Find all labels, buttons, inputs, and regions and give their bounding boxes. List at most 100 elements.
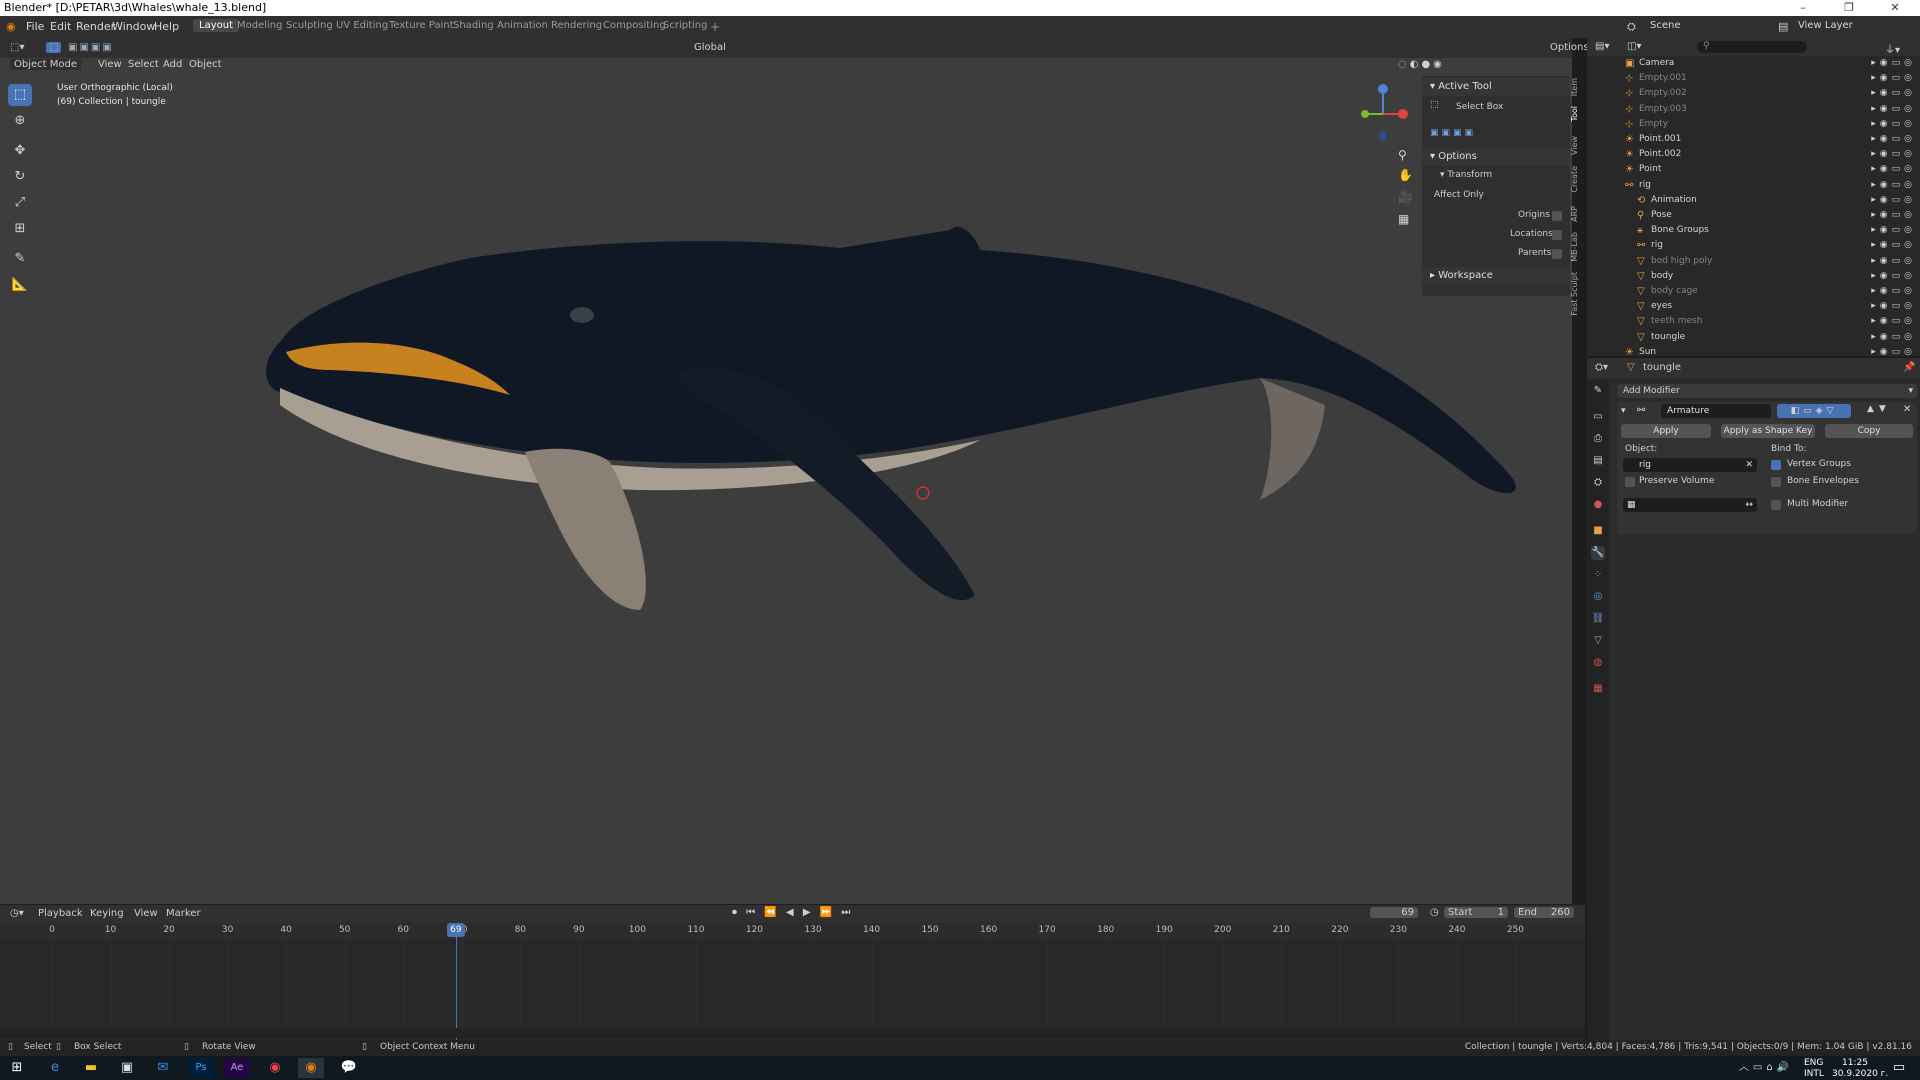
outliner-row[interactable]: ⟲ Animation ▸◉▭◎ (1587, 193, 1920, 208)
workspace-tab-shading[interactable]: Shading (453, 20, 494, 31)
visibility-toggles-icon[interactable]: ▸◉▭◎ (1871, 178, 1916, 193)
notifications-icon[interactable]: ▭ (1886, 1058, 1912, 1078)
object-mode-dropdown[interactable]: Object Mode (10, 59, 81, 70)
workspace-tab-layout[interactable]: Layout (193, 19, 239, 32)
options-dropdown[interactable]: Options (1550, 42, 1589, 53)
tab-mb-lab[interactable]: MB-Lab (1570, 232, 1584, 262)
data-tab-icon[interactable]: ▽ (1591, 634, 1605, 648)
output-tab-icon[interactable]: ⎙ (1591, 432, 1605, 446)
cursor-tool-icon[interactable]: ⊕ (8, 110, 32, 132)
outliner-row[interactable]: ⚹ Bone Groups ▸◉▭◎ (1587, 223, 1920, 238)
invert-icon[interactable]: ↔ (1745, 498, 1753, 512)
visibility-toggles-icon[interactable]: ▸◉▭◎ (1871, 147, 1916, 162)
blender-logo-icon[interactable]: ◉ (6, 20, 16, 33)
outliner-row[interactable]: ▽ body ▸◉▭◎ (1587, 269, 1920, 284)
tab-tool[interactable]: Tool (1570, 106, 1584, 122)
clock-time[interactable]: 11:25 (1842, 1058, 1868, 1068)
timeline-scrollbar[interactable] (0, 1028, 1585, 1038)
material-tab-icon[interactable]: ◍ (1591, 656, 1605, 670)
outliner-row[interactable]: ⊹ Empty.001 ▸◉▭◎ (1587, 71, 1920, 86)
end-frame-field[interactable]: End 260 (1514, 907, 1574, 918)
physics-tab-icon[interactable]: ◎ (1591, 590, 1605, 604)
visibility-toggles-icon[interactable]: ▸◉▭◎ (1871, 208, 1916, 223)
outliner-row[interactable]: ▽ eyes ▸◉▭◎ (1587, 299, 1920, 314)
navigation-gizmo[interactable] (1355, 80, 1415, 150)
menu-edit[interactable]: Edit (50, 20, 71, 33)
outliner-row[interactable]: ⊹ Empty.003 ▸◉▭◎ (1587, 102, 1920, 117)
tab-create[interactable]: Create (1570, 166, 1584, 193)
start-frame-field[interactable]: Start 1 (1444, 907, 1508, 918)
object-field[interactable]: rig ✕ (1623, 458, 1757, 472)
preserve-volume-checkbox[interactable] (1625, 477, 1635, 487)
transform-tool-icon[interactable]: ⊞ (8, 218, 32, 240)
store-icon[interactable]: ▣ (114, 1058, 140, 1078)
properties-editor-icon[interactable]: ⛭▾ (1595, 362, 1608, 373)
add-workspace-icon[interactable]: + (710, 20, 720, 34)
workspace-tab-uv-editing[interactable]: UV Editing (336, 20, 388, 31)
playback-controls-icon[interactable]: ⏺ ⏮ ⏪ ◀ ▶ ⏩ ⏭ (732, 907, 853, 918)
workspace-tab-scripting[interactable]: Scripting (663, 20, 707, 31)
outliner-row[interactable]: ▽ toungle ▸◉▭◎ (1587, 330, 1920, 345)
outliner-row[interactable]: ▽ teeth mesh ▸◉▭◎ (1587, 314, 1920, 329)
filter-icon[interactable]: ⏚▾ (1885, 41, 1900, 56)
visibility-toggles-icon[interactable]: ▸◉▭◎ (1871, 102, 1916, 117)
viewport-menu-add[interactable]: Add (163, 59, 182, 70)
visibility-toggles-icon[interactable]: ▸◉▭◎ (1871, 71, 1916, 86)
visibility-toggles-icon[interactable]: ▸◉▭◎ (1871, 299, 1916, 314)
windows-start-icon[interactable]: ⊞ (4, 1058, 30, 1078)
outliner-row[interactable]: ☀ Point.002 ▸◉▭◎ (1587, 147, 1920, 162)
orientation-dropdown[interactable]: Global (694, 42, 726, 53)
timeline-menu-view[interactable]: View (134, 908, 158, 919)
timeline-menu-playback[interactable]: Playback (38, 908, 83, 919)
maximize-button[interactable]: ❐ (1826, 0, 1872, 16)
visibility-toggles-icon[interactable]: ▸◉▭◎ (1871, 284, 1916, 299)
collapse-modifier-icon[interactable]: ▾ (1621, 406, 1626, 416)
world-tab-icon[interactable]: ● (1591, 498, 1605, 512)
zoom-icon[interactable]: ⚲ (1398, 148, 1407, 162)
after-effects-icon[interactable]: Ae (224, 1058, 250, 1078)
bone-envelopes-checkbox[interactable] (1771, 477, 1781, 487)
apply-as-shape-key-button[interactable]: Apply as Shape Key (1721, 424, 1815, 438)
measure-tool-icon[interactable]: 📐 (8, 274, 32, 296)
outliner-row[interactable]: ▽ bod high poly ▸◉▭◎ (1587, 254, 1920, 269)
workspace-tab-compositing[interactable]: Compositing (603, 20, 666, 31)
scale-tool-icon[interactable]: ⤢ (8, 192, 32, 214)
chat-app-icon[interactable]: 💬 (336, 1058, 362, 1078)
outliner-row[interactable]: ▽ body cage ▸◉▭◎ (1587, 284, 1920, 299)
whale-model[interactable] (260, 200, 1560, 650)
system-tray-icons[interactable]: ︿▭⌂🔊 (1726, 1058, 1806, 1078)
clear-object-icon[interactable]: ✕ (1745, 458, 1753, 472)
timeline-menu-keying[interactable]: Keying (90, 908, 124, 919)
chrome-icon[interactable]: ◉ (262, 1058, 288, 1078)
visibility-toggles-icon[interactable]: ▸◉▭◎ (1871, 86, 1916, 101)
outliner-row[interactable]: ⚲ Pose ▸◉▭◎ (1587, 208, 1920, 223)
workspace-tab-rendering[interactable]: Rendering (551, 20, 602, 31)
rotate-tool-icon[interactable]: ↻ (8, 166, 32, 188)
modifier-tab-icon[interactable]: 🔧 (1591, 546, 1605, 560)
display-mode-icon[interactable]: ◫▾ (1627, 41, 1641, 52)
close-window-button[interactable]: ✕ (1872, 0, 1918, 16)
visibility-toggles-icon[interactable]: ▸◉▭◎ (1871, 314, 1916, 329)
selection-modes-icon[interactable]: ▣▣▣▣ (68, 42, 114, 53)
workspace-tab-animation[interactable]: Animation (497, 20, 548, 31)
add-modifier-dropdown[interactable]: Add Modifier ▾ (1617, 384, 1917, 398)
visibility-toggles-icon[interactable]: ▸◉▭◎ (1871, 132, 1916, 147)
visibility-toggles-icon[interactable]: ▸◉▭◎ (1871, 162, 1916, 177)
ortho-grid-icon[interactable]: ▦ (1398, 212, 1409, 226)
modifier-name-field[interactable]: Armature (1661, 404, 1771, 418)
tool-modes-icon[interactable]: ▣▣▣▣ (1430, 128, 1476, 138)
origins-checkbox[interactable] (1552, 211, 1562, 221)
visibility-toggles-icon[interactable]: ▸◉▭◎ (1871, 117, 1916, 132)
view-layer-name[interactable]: View Layer (1798, 20, 1853, 31)
view-layer-tab-icon[interactable]: ▤ (1591, 454, 1605, 468)
workspace-tab-modeling[interactable]: Modeling (237, 20, 283, 31)
particles-tab-icon[interactable]: ⁘ (1591, 568, 1605, 582)
photoshop-icon[interactable]: Ps (188, 1058, 214, 1078)
pin-icon[interactable]: 📌 (1903, 362, 1915, 373)
menu-help[interactable]: Help (154, 20, 179, 33)
playhead-line[interactable] (455, 937, 457, 1041)
viewport-menu-view[interactable]: View (98, 59, 122, 70)
visibility-toggles-icon[interactable]: ▸◉▭◎ (1871, 269, 1916, 284)
outliner-row[interactable]: ⊹ Empty.002 ▸◉▭◎ (1587, 86, 1920, 101)
texture-tab-icon[interactable]: ▦ (1591, 682, 1605, 696)
